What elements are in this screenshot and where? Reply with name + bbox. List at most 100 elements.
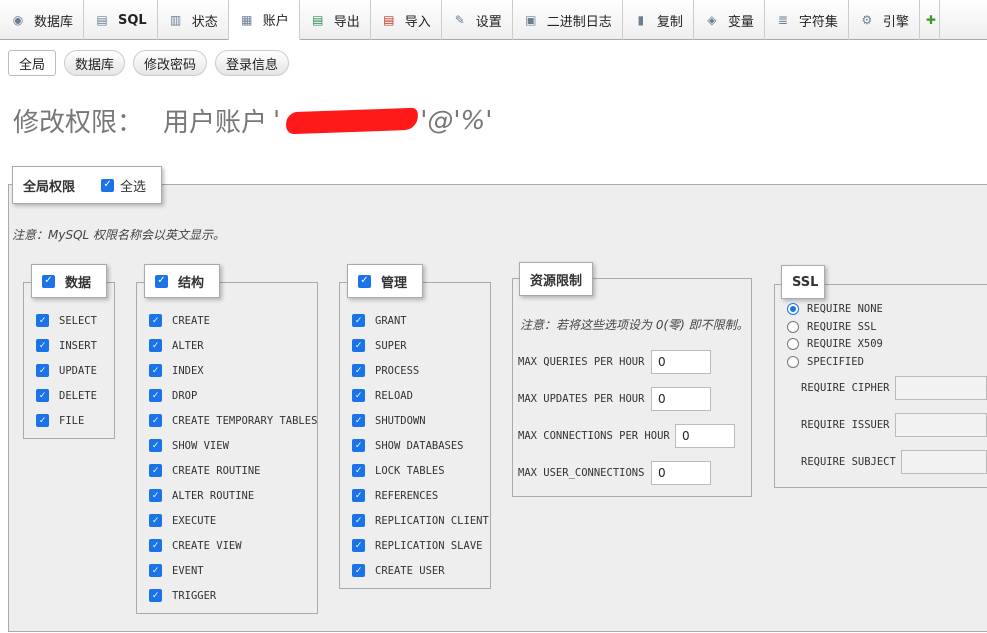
privilege-trigger[interactable]: ✓ TRIGGER: [149, 589, 216, 602]
privilege-create-view[interactable]: ✓ CREATE VIEW: [149, 539, 242, 552]
tab-import[interactable]: ▤ 导入: [371, 0, 442, 40]
subnav-database[interactable]: 数据库: [64, 50, 126, 76]
privilege-checkbox[interactable]: ✓: [36, 339, 49, 352]
admin-group-checkbox[interactable]: ✓: [358, 274, 371, 288]
privilege-checkbox[interactable]: ✓: [352, 389, 365, 402]
privilege-lock-tables[interactable]: ✓ LOCK TABLES: [352, 464, 445, 477]
privilege-checkbox[interactable]: ✓: [36, 364, 49, 377]
resource-limit-input[interactable]: 0: [651, 350, 711, 374]
ssl-option-require-ssl[interactable]: REQUIRE SSL: [787, 320, 877, 333]
privilege-checkbox[interactable]: ✓: [352, 564, 365, 577]
privilege-label: GRANT: [375, 314, 407, 327]
privilege-show-databases[interactable]: ✓ SHOW DATABASES: [352, 439, 464, 452]
privilege-process[interactable]: ✓ PROCESS: [352, 364, 419, 377]
privilege-checkbox[interactable]: ✓: [352, 364, 365, 377]
privilege-checkbox[interactable]: ✓: [149, 339, 162, 352]
privilege-index[interactable]: ✓ INDEX: [149, 364, 204, 377]
privilege-alter[interactable]: ✓ ALTER: [149, 339, 204, 352]
privilege-checkbox[interactable]: ✓: [149, 314, 162, 327]
import-icon: ▤: [383, 13, 395, 27]
privilege-checkbox[interactable]: ✓: [149, 564, 162, 577]
privilege-checkbox[interactable]: ✓: [352, 439, 365, 452]
privilege-create-routine[interactable]: ✓ CREATE ROUTINE: [149, 464, 261, 477]
privilege-checkbox[interactable]: ✓: [36, 389, 49, 402]
ssl-radio[interactable]: [787, 303, 799, 315]
privilege-checkbox[interactable]: ✓: [149, 389, 162, 402]
privilege-drop[interactable]: ✓ DROP: [149, 389, 197, 402]
resource-limit-input[interactable]: 0: [651, 461, 711, 485]
privilege-checkbox[interactable]: ✓: [352, 489, 365, 502]
subnav-global[interactable]: 全局: [8, 50, 57, 76]
subnav-change-password[interactable]: 修改密码: [133, 50, 208, 76]
privilege-checkbox[interactable]: ✓: [36, 314, 49, 327]
ssl-option-require-none[interactable]: REQUIRE NONE: [787, 303, 883, 315]
privilege-checkbox[interactable]: ✓: [352, 539, 365, 552]
tab-binlog[interactable]: ▣ 二进制日志: [513, 0, 623, 40]
privilege-references[interactable]: ✓ REFERENCES: [352, 489, 438, 502]
tab-export[interactable]: ▤ 导出: [300, 0, 371, 40]
tab-sql[interactable]: ▤ SQL: [84, 0, 158, 40]
structure-group-checkbox[interactable]: ✓: [155, 274, 168, 288]
ssl-radio[interactable]: [787, 320, 799, 333]
export-icon: ▤: [312, 13, 324, 27]
tab-settings[interactable]: ✎ 设置: [442, 0, 513, 40]
privilege-create-user[interactable]: ✓ CREATE USER: [352, 564, 445, 577]
data-group-checkbox[interactable]: ✓: [42, 274, 55, 288]
privilege-checkbox[interactable]: ✓: [36, 414, 49, 427]
ssl-field-input[interactable]: [901, 450, 987, 474]
privilege-event[interactable]: ✓ EVENT: [149, 564, 204, 577]
privilege-super[interactable]: ✓ SUPER: [352, 339, 407, 352]
privilege-select[interactable]: ✓ SELECT: [36, 314, 97, 327]
privilege-replication-client[interactable]: ✓ REPLICATION CLIENT: [352, 514, 489, 527]
privilege-create[interactable]: ✓ CREATE: [149, 314, 210, 327]
ssl-field-input[interactable]: [895, 376, 987, 400]
privilege-checkbox[interactable]: ✓: [352, 464, 365, 477]
select-all-checkbox[interactable]: ✓: [101, 178, 115, 192]
privilege-checkbox[interactable]: ✓: [352, 339, 365, 352]
privilege-checkbox[interactable]: ✓: [352, 514, 365, 527]
privilege-grant[interactable]: ✓ GRANT: [352, 314, 407, 327]
ssl-radio[interactable]: [787, 355, 799, 368]
tab-variables[interactable]: ◈ 变量: [694, 0, 765, 40]
privilege-checkbox[interactable]: ✓: [352, 414, 365, 427]
privilege-checkbox[interactable]: ✓: [149, 514, 162, 527]
tab-engines[interactable]: ⚙ 引擎: [849, 0, 920, 40]
privilege-checkbox[interactable]: ✓: [149, 364, 162, 377]
tab-status[interactable]: ▥ 状态: [158, 0, 229, 40]
privilege-show-view[interactable]: ✓ SHOW VIEW: [149, 439, 229, 452]
resource-limit-input[interactable]: 0: [651, 387, 711, 411]
tab-label: 数据库: [34, 14, 74, 30]
ssl-radio[interactable]: [787, 338, 799, 350]
privilege-reload[interactable]: ✓ RELOAD: [352, 389, 413, 402]
privilege-label: SUPER: [375, 339, 407, 352]
ssl-field-input[interactable]: [895, 413, 987, 437]
privilege-checkbox[interactable]: ✓: [149, 539, 162, 552]
privilege-checkbox[interactable]: ✓: [149, 439, 162, 452]
privilege-checkbox[interactable]: ✓: [149, 589, 162, 602]
resource-limit-input[interactable]: 0: [675, 424, 735, 448]
tab-label: SQL: [118, 12, 147, 28]
select-all-label: 全选: [120, 179, 147, 195]
privilege-checkbox[interactable]: ✓: [352, 314, 365, 327]
privilege-insert[interactable]: ✓ INSERT: [36, 339, 97, 352]
privilege-checkbox[interactable]: ✓: [149, 464, 162, 477]
subnav-login-info[interactable]: 登录信息: [215, 50, 290, 76]
tab-databases[interactable]: ◉ 数据库: [0, 0, 85, 40]
ssl-option-require-x509[interactable]: REQUIRE X509: [787, 338, 883, 350]
privilege-alter-routine[interactable]: ✓ ALTER ROUTINE: [149, 489, 254, 502]
tab-charset[interactable]: ≣ 字符集: [765, 0, 849, 40]
replication-icon: ▮: [637, 13, 645, 27]
privilege-delete[interactable]: ✓ DELETE: [36, 389, 97, 402]
tab-accounts[interactable]: ▦ 账户: [228, 0, 300, 40]
privilege-create-temporary-tables[interactable]: ✓ CREATE TEMPORARY TABLES: [149, 414, 317, 427]
privilege-shutdown[interactable]: ✓ SHUTDOWN: [352, 414, 426, 427]
privilege-checkbox[interactable]: ✓: [149, 489, 162, 502]
privilege-execute[interactable]: ✓ EXECUTE: [149, 514, 216, 527]
privilege-file[interactable]: ✓ FILE: [36, 414, 84, 427]
tab-plugins[interactable]: ✚: [920, 0, 940, 40]
privilege-replication-slave[interactable]: ✓ REPLICATION SLAVE: [352, 539, 482, 552]
tab-replication[interactable]: ▮ 复制: [623, 0, 694, 40]
privilege-update[interactable]: ✓ UPDATE: [36, 364, 97, 377]
privilege-checkbox[interactable]: ✓: [149, 414, 162, 427]
ssl-option-specified[interactable]: SPECIFIED: [787, 355, 864, 368]
